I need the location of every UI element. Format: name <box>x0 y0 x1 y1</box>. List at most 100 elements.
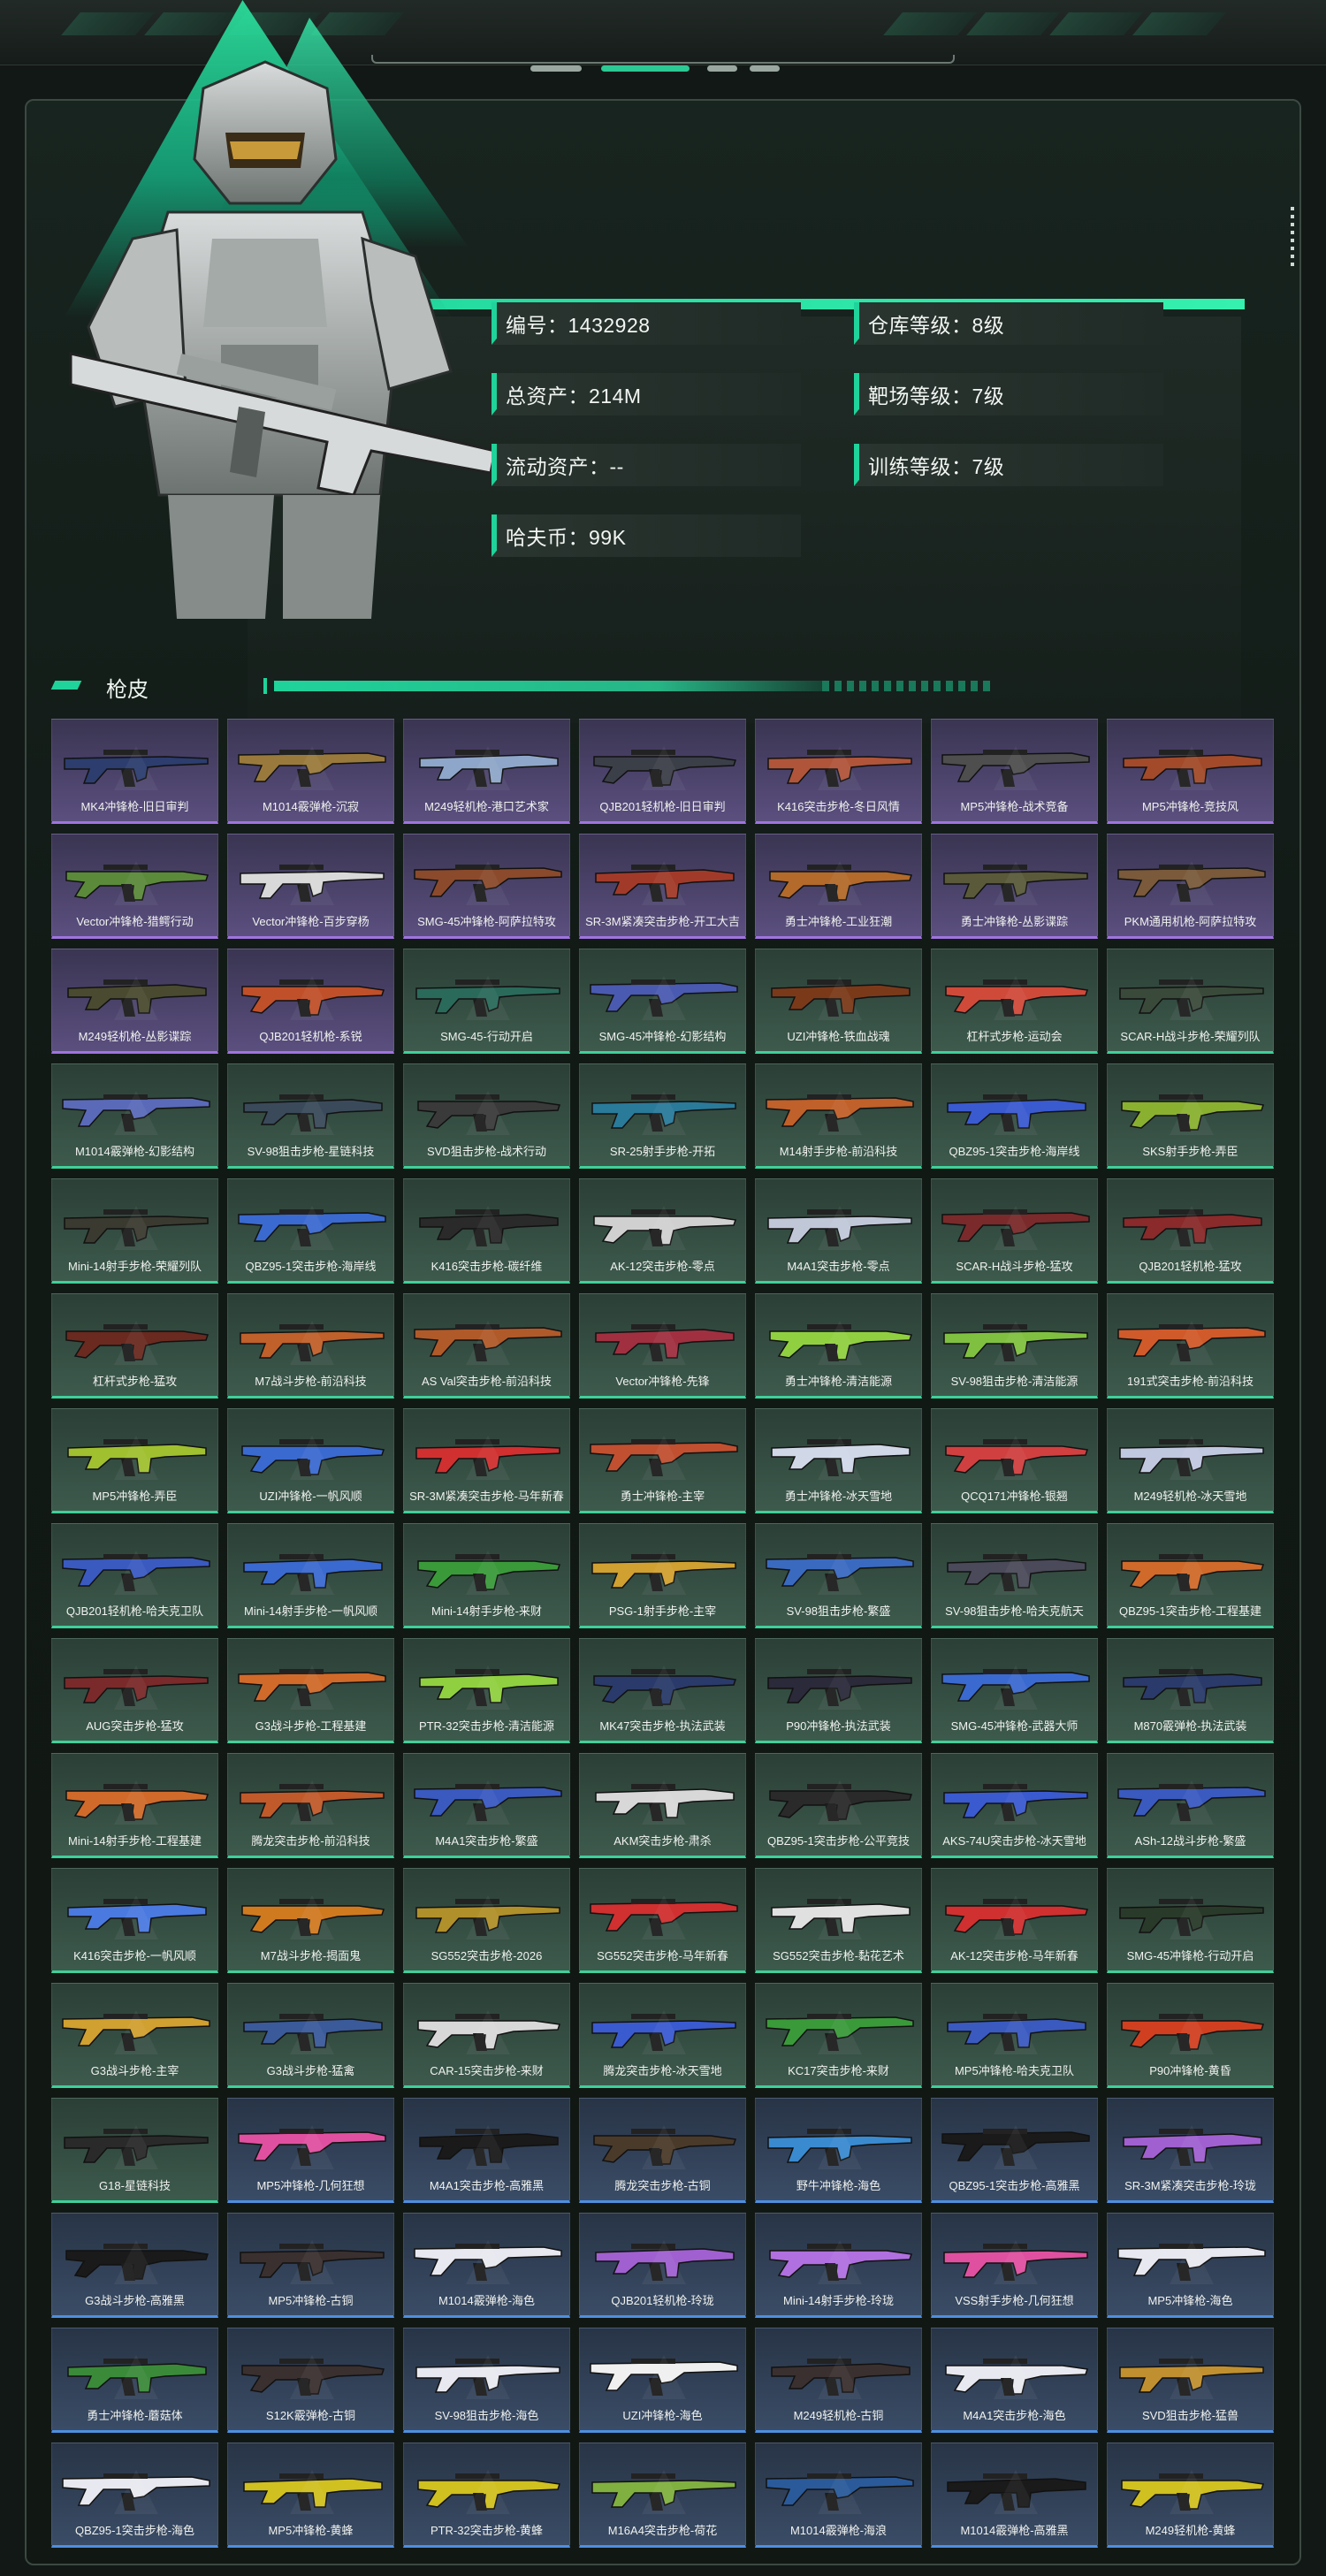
skin-card[interactable]: M1014霰弹枪-幻影结构 <box>51 1063 218 1169</box>
skin-card[interactable]: SMG-45冲锋枪-阿萨拉特攻 <box>403 834 570 939</box>
skin-card[interactable]: S12K霰弹枪-古铜 <box>227 2328 394 2433</box>
skin-card[interactable]: MP5冲锋枪-竞技风 <box>1107 719 1274 824</box>
skin-card[interactable]: M1014霰弹枪-高雅黑 <box>931 2443 1098 2548</box>
skin-card[interactable]: SR-3M紧凑突击步枪-开工大吉 <box>579 834 746 939</box>
skin-card[interactable]: ASh-12战斗步枪-繁盛 <box>1107 1753 1274 1858</box>
skin-card[interactable]: SG552突击步枪-马年新春 <box>579 1868 746 1973</box>
skin-card[interactable]: SV-98狙击步枪-海色 <box>403 2328 570 2433</box>
skin-card[interactable]: M4A1突击步枪-海色 <box>931 2328 1098 2433</box>
skin-card[interactable]: QCQ171冲锋枪-银翘 <box>931 1408 1098 1513</box>
skin-card[interactable]: SMG-45-行动开启 <box>403 949 570 1054</box>
skin-card[interactable]: UZI冲锋枪-一帆风顺 <box>227 1408 394 1513</box>
skin-card[interactable]: M1014霰弹枪-海色 <box>403 2213 570 2318</box>
skin-card[interactable]: 腾龙突击步枪-冰天雪地 <box>579 1983 746 2088</box>
skin-card[interactable]: MP5冲锋枪-黄蜂 <box>227 2443 394 2548</box>
skin-card[interactable]: SR-3M紧凑突击步枪-马年新春 <box>403 1408 570 1513</box>
skin-card[interactable]: AK-12突击步枪-零点 <box>579 1178 746 1284</box>
skin-card[interactable]: SVD狙击步枪-战术行动 <box>403 1063 570 1169</box>
skin-card[interactable]: MK4冲锋枪-旧日审判 <box>51 719 218 824</box>
skin-card[interactable]: AK-12突击步枪-马年新春 <box>931 1868 1098 1973</box>
skin-card[interactable]: Vector冲锋枪-猎鳄行动 <box>51 834 218 939</box>
skin-card[interactable]: AUG突击步枪-猛攻 <box>51 1638 218 1743</box>
skin-card[interactable]: MK47突击步枪-执法武装 <box>579 1638 746 1743</box>
scroll-dots[interactable] <box>1291 207 1294 266</box>
skin-card[interactable]: QJB201轻机枪-哈夫克卫队 <box>51 1523 218 1628</box>
skin-card[interactable]: M4A1突击步枪-零点 <box>755 1178 922 1284</box>
skin-card[interactable]: M249轻机枪-港口艺术家 <box>403 719 570 824</box>
skin-card[interactable]: QJB201轻机枪-猛攻 <box>1107 1178 1274 1284</box>
skin-card[interactable]: QBZ95-1突击步枪-高雅黑 <box>931 2098 1098 2203</box>
skin-card[interactable]: G3战斗步枪-猛禽 <box>227 1983 394 2088</box>
skin-card[interactable]: MP5冲锋枪-海色 <box>1107 2213 1274 2318</box>
skin-card[interactable]: M870霰弹枪-执法武装 <box>1107 1638 1274 1743</box>
skin-card[interactable]: SVD狙击步枪-猛兽 <box>1107 2328 1274 2433</box>
skin-card[interactable]: SV-98狙击步枪-清洁能源 <box>931 1293 1098 1399</box>
skin-card[interactable]: M4A1突击步枪-高雅黑 <box>403 2098 570 2203</box>
skin-card[interactable]: Vector冲锋枪-先锋 <box>579 1293 746 1399</box>
skin-card[interactable]: SV-98狙击步枪-星链科技 <box>227 1063 394 1169</box>
skin-card[interactable]: SKS射手步枪-弄臣 <box>1107 1063 1274 1169</box>
skin-card[interactable]: 杠杆式步枪-运动会 <box>931 949 1098 1054</box>
skin-card[interactable]: MP5冲锋枪-古铜 <box>227 2213 394 2318</box>
skin-card[interactable]: M7战斗步枪-前沿科技 <box>227 1293 394 1399</box>
skin-card[interactable]: 勇士冲锋枪-丛影谍踪 <box>931 834 1098 939</box>
skin-card[interactable]: UZI冲锋枪-铁血战魂 <box>755 949 922 1054</box>
skin-card[interactable]: QBZ95-1突击步枪-海色 <box>51 2443 218 2548</box>
skin-card[interactable]: G3战斗步枪-高雅黑 <box>51 2213 218 2318</box>
skin-card[interactable]: SV-98狙击步枪-繁盛 <box>755 1523 922 1628</box>
skin-card[interactable]: SCAR-H战斗步枪-猛攻 <box>931 1178 1098 1284</box>
skin-card[interactable]: QBZ95-1突击步枪-公平竞技 <box>755 1753 922 1858</box>
skin-card[interactable]: 腾龙突击步枪-古铜 <box>579 2098 746 2203</box>
skin-card[interactable]: M4A1突击步枪-繁盛 <box>403 1753 570 1858</box>
skin-card[interactable]: SV-98狙击步枪-哈夫克航天 <box>931 1523 1098 1628</box>
skin-card[interactable]: K416突击步枪-冬日风情 <box>755 719 922 824</box>
skin-card[interactable]: VSS射手步枪-几何狂想 <box>931 2213 1098 2318</box>
skin-card[interactable]: M14射手步枪-前沿科技 <box>755 1063 922 1169</box>
skin-card[interactable]: 野牛冲锋枪-海色 <box>755 2098 922 2203</box>
skin-card[interactable]: QBZ95-1突击步枪-海岸线 <box>227 1178 394 1284</box>
skin-card[interactable]: M16A4突击步枪-荷花 <box>579 2443 746 2548</box>
skin-card[interactable]: P90冲锋枪-执法武装 <box>755 1638 922 1743</box>
skin-card[interactable]: G3战斗步枪-工程基建 <box>227 1638 394 1743</box>
skin-card[interactable]: AKS-74U突击步枪-冰天雪地 <box>931 1753 1098 1858</box>
skin-card[interactable]: 勇士冲锋枪-蘑菇体 <box>51 2328 218 2433</box>
skin-card[interactable]: SMG-45冲锋枪-武器大师 <box>931 1638 1098 1743</box>
skin-card[interactable]: SR-25射手步枪-开拓 <box>579 1063 746 1169</box>
skin-card[interactable]: Mini-14射手步枪-工程基建 <box>51 1753 218 1858</box>
skin-card[interactable]: G3战斗步枪-主宰 <box>51 1983 218 2088</box>
skin-card[interactable]: SCAR-H战斗步枪-荣耀列队 <box>1107 949 1274 1054</box>
skin-card[interactable]: M249轻机枪-冰天雪地 <box>1107 1408 1274 1513</box>
skin-card[interactable]: SMG-45冲锋枪-幻影结构 <box>579 949 746 1054</box>
skin-card[interactable]: MP5冲锋枪-哈夫克卫队 <box>931 1983 1098 2088</box>
skin-card[interactable]: MP5冲锋枪-战术竞备 <box>931 719 1098 824</box>
skin-card[interactable]: QJB201轻机枪-玲珑 <box>579 2213 746 2318</box>
skin-card[interactable]: KC17突击步枪-来财 <box>755 1983 922 2088</box>
skin-card[interactable]: Mini-14射手步枪-一帆风顺 <box>227 1523 394 1628</box>
skin-card[interactable]: 191式突击步枪-前沿科技 <box>1107 1293 1274 1399</box>
skin-card[interactable]: UZI冲锋枪-海色 <box>579 2328 746 2433</box>
skin-card[interactable]: PTR-32突击步枪-清洁能源 <box>403 1638 570 1743</box>
skin-card[interactable]: M1014霰弹枪-海浪 <box>755 2443 922 2548</box>
skin-card[interactable]: SR-3M紧凑突击步枪-玲珑 <box>1107 2098 1274 2203</box>
skin-card[interactable]: QJB201轻机枪-系锐 <box>227 949 394 1054</box>
skin-card[interactable]: AKM突击步枪-肃杀 <box>579 1753 746 1858</box>
skin-card[interactable]: 勇士冲锋枪-工业狂潮 <box>755 834 922 939</box>
skin-card[interactable]: AS Val突击步枪-前沿科技 <box>403 1293 570 1399</box>
skin-card[interactable]: M7战斗步枪-揭面鬼 <box>227 1868 394 1973</box>
skin-card[interactable]: K416突击步枪-一帆风顺 <box>51 1868 218 1973</box>
skin-card[interactable]: M249轻机枪-古铜 <box>755 2328 922 2433</box>
skin-card[interactable]: MP5冲锋枪-弄臣 <box>51 1408 218 1513</box>
skin-card[interactable]: PTR-32突击步枪-黄蜂 <box>403 2443 570 2548</box>
skin-card[interactable]: Vector冲锋枪-百步穿杨 <box>227 834 394 939</box>
skin-card[interactable]: QBZ95-1突击步枪-工程基建 <box>1107 1523 1274 1628</box>
skin-card[interactable]: 勇士冲锋枪-冰天雪地 <box>755 1408 922 1513</box>
skin-card[interactable]: SG552突击步枪-黏花艺术 <box>755 1868 922 1973</box>
skin-card[interactable]: QBZ95-1突击步枪-海岸线 <box>931 1063 1098 1169</box>
skin-card[interactable]: M249轻机枪-黄蜂 <box>1107 2443 1274 2548</box>
skin-card[interactable]: Mini-14射手步枪-来财 <box>403 1523 570 1628</box>
skin-card[interactable]: SMG-45冲锋枪-行动开启 <box>1107 1868 1274 1973</box>
skin-card[interactable]: 杠杆式步枪-猛攻 <box>51 1293 218 1399</box>
skin-card[interactable]: K416突击步枪-碳纤维 <box>403 1178 570 1284</box>
skin-card[interactable]: Mini-14射手步枪-玲珑 <box>755 2213 922 2318</box>
skin-card[interactable]: SG552突击步枪-2026 <box>403 1868 570 1973</box>
